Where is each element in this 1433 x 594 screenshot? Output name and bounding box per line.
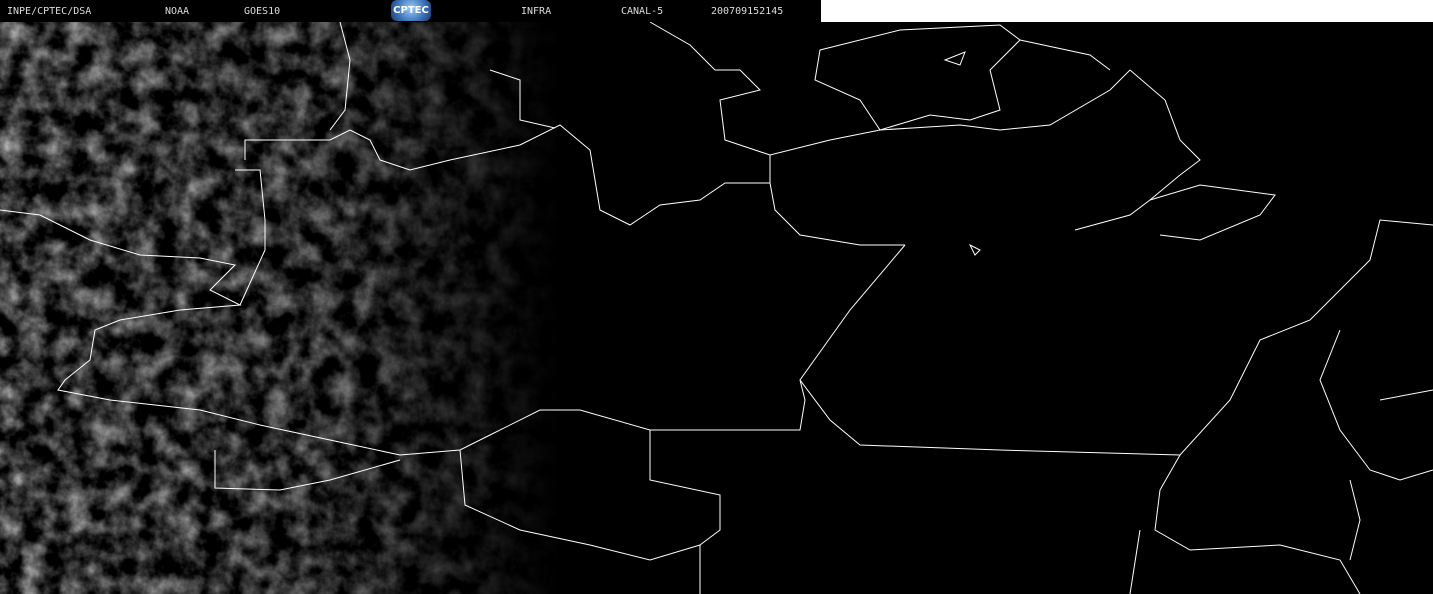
satellite-label: GOES10	[244, 6, 281, 17]
header-bar: INPE/CPTEC/DSA NOAA GOES10 CPTEC INFRA C…	[0, 0, 821, 22]
satellite-image	[0, 21, 1433, 594]
datetime-label: 200709152145	[711, 6, 784, 17]
cptec-logo: CPTEC	[391, 0, 431, 21]
cloud-layer	[0, 22, 560, 594]
source-label: INPE/CPTEC/DSA	[7, 6, 92, 17]
channel-label: CANAL-5	[621, 6, 664, 17]
product-label: INFRA	[521, 6, 552, 17]
agency-label: NOAA	[165, 6, 190, 17]
blank-header-area	[821, 0, 1433, 22]
